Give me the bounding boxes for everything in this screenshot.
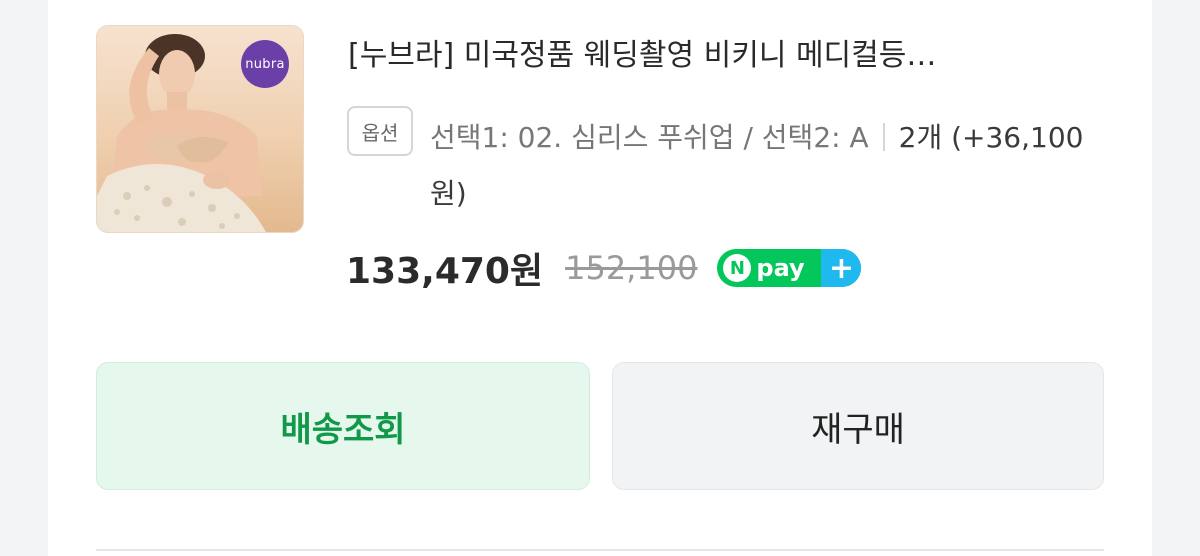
brand-logo-text: nubra bbox=[245, 56, 285, 72]
divider bbox=[96, 549, 1104, 551]
option-badge: 옵션 bbox=[347, 106, 413, 156]
npay-label: pay bbox=[756, 254, 805, 282]
order-item-card: nubra [누브라] 미국정품 웨딩촬영 비키니 메디컬등… 옵션 선택1: … bbox=[48, 0, 1152, 556]
option-selection: 선택1: 02. 심리스 푸쉬업 / 선택2: A bbox=[430, 121, 869, 154]
npay-n-icon: N bbox=[723, 254, 752, 282]
original-price: 152,100 bbox=[565, 249, 698, 287]
brand-logo-badge: nubra bbox=[241, 40, 289, 88]
product-image[interactable]: nubra bbox=[96, 25, 304, 233]
option-divider bbox=[882, 123, 885, 151]
option-details: 선택1: 02. 심리스 푸쉬업 / 선택2: A 2개 (+36,100원) bbox=[430, 110, 1090, 222]
price-row: 133,470원 152,100 N pay + bbox=[346, 240, 862, 296]
npay-plus-badge: N pay + bbox=[717, 249, 862, 287]
sale-price: 133,470원 bbox=[346, 251, 544, 292]
rebuy-button[interactable]: 재구매 bbox=[612, 362, 1104, 490]
plus-icon: + bbox=[821, 249, 862, 287]
track-delivery-button[interactable]: 배송조회 bbox=[96, 362, 590, 490]
product-title[interactable]: [누브라] 미국정품 웨딩촬영 비키니 메디컬등… bbox=[348, 34, 1088, 78]
